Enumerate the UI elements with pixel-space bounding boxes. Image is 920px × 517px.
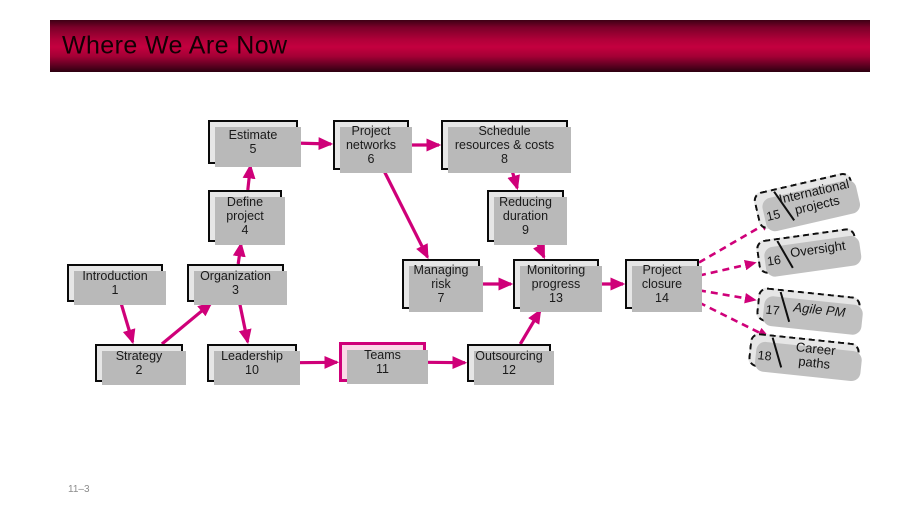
flow-arrow-n1-to-n2 <box>119 301 136 345</box>
flow-node-11[interactable]: Teams 11 <box>339 342 428 384</box>
future-chapter-tag-15[interactable]: 15 International projects <box>752 171 858 231</box>
flow-arrow-n2-to-n3 <box>160 301 213 346</box>
flow-node-number: 5 <box>249 142 257 156</box>
tag-number: 16 <box>766 252 782 269</box>
flow-node-number: 4 <box>241 223 249 237</box>
flow-node-label: project <box>226 209 264 223</box>
flow-arrow-n12-to-n13 <box>518 308 542 345</box>
tag-number: 18 <box>756 348 773 364</box>
roadmap-flowchart: Introduction 1 Strategy 2 Organization 3 Defin… <box>0 0 920 517</box>
flow-node-label: Reducing <box>499 195 552 209</box>
flow-node-label: Schedule <box>478 124 531 138</box>
flow-node-number: 2 <box>135 363 143 377</box>
flow-node-10[interactable]: Leadership 10 <box>207 344 300 385</box>
flow-node-5[interactable]: Estimate 5 <box>208 120 301 167</box>
flow-node-label: Define <box>226 195 264 209</box>
flow-node-3[interactable]: Organization 3 <box>187 264 287 305</box>
flow-node-label: Leadership <box>221 349 283 363</box>
flow-arrow-n14-to-t16 <box>698 259 757 277</box>
flow-node-label: networks <box>345 138 397 152</box>
flow-arrow-n5-to-n6 <box>297 137 334 151</box>
flow-node-8[interactable]: Schedule resources & costs 8 <box>441 120 571 173</box>
flow-node-label: Organization <box>200 269 271 283</box>
flow-node-number: 9 <box>522 223 529 237</box>
slide-number: 11–3 <box>68 484 90 495</box>
flow-arrow-n6-to-n7 <box>382 169 429 260</box>
flow-node-number: 7 <box>437 291 445 305</box>
flow-node-12[interactable]: Outsourcing 12 <box>467 344 554 385</box>
flow-node-number: 10 <box>245 363 259 377</box>
flow-node-number: 3 <box>232 283 239 297</box>
flow-node-2[interactable]: Strategy 2 <box>95 344 186 385</box>
flow-node-1[interactable]: Introduction 1 <box>67 264 166 305</box>
future-chapter-tag-17[interactable]: 17 Agile PM <box>755 286 862 332</box>
flow-node-number: 13 <box>549 291 563 305</box>
future-chapter-tag-16[interactable]: 16 Oversight <box>755 227 859 275</box>
flow-node-number: 6 <box>367 152 375 166</box>
flow-node-4[interactable]: Define project 4 <box>208 190 285 245</box>
flow-node-label: Project <box>351 124 391 138</box>
flow-node-label: Project <box>642 263 682 277</box>
flow-node-13[interactable]: Monitoring progress 13 <box>513 259 602 312</box>
tag-number: 15 <box>765 207 782 224</box>
future-chapter-tag-18[interactable]: 18 Career paths <box>747 332 861 378</box>
flow-node-label: resources & costs <box>454 138 555 152</box>
flow-node-label: progress <box>531 277 581 291</box>
flow-arrow-n4-to-n5 <box>242 163 256 191</box>
flow-arrow-n3-to-n4 <box>232 241 246 265</box>
flow-node-label: Outsourcing <box>475 349 543 363</box>
flow-arrow-n14-to-t17 <box>698 289 757 304</box>
flow-arrow-n3-to-n10 <box>237 301 252 345</box>
flow-node-label: Teams <box>364 348 401 362</box>
flow-node-label: Introduction <box>82 269 148 283</box>
tag-number: 17 <box>764 302 781 318</box>
flow-node-label: Strategy <box>115 349 163 363</box>
flow-node-number: 11 <box>376 362 389 376</box>
flow-node-label: Managing <box>413 263 469 277</box>
flow-node-label: risk <box>431 277 451 291</box>
flow-node-label: closure <box>641 277 683 291</box>
flow-node-6[interactable]: Project networks 6 <box>333 120 412 173</box>
flow-node-number: 8 <box>501 152 508 166</box>
tag-label: Career paths <box>795 339 837 372</box>
flow-node-number: 1 <box>111 283 119 297</box>
tag-label: International projects <box>777 176 851 218</box>
flow-node-7[interactable]: Managing risk 7 <box>402 259 483 312</box>
flow-node-number: 14 <box>655 291 669 305</box>
flow-node-14[interactable]: Project closure 14 <box>625 259 702 312</box>
flow-node-label: duration <box>502 209 549 223</box>
flow-node-label: Estimate <box>228 128 278 142</box>
tag-label: Agile PM <box>792 299 847 321</box>
flow-node-number: 12 <box>502 363 516 377</box>
tag-label: Oversight <box>789 237 847 261</box>
flow-node-label: Monitoring <box>526 263 586 277</box>
flow-node-9[interactable]: Reducing duration 9 <box>487 190 567 245</box>
